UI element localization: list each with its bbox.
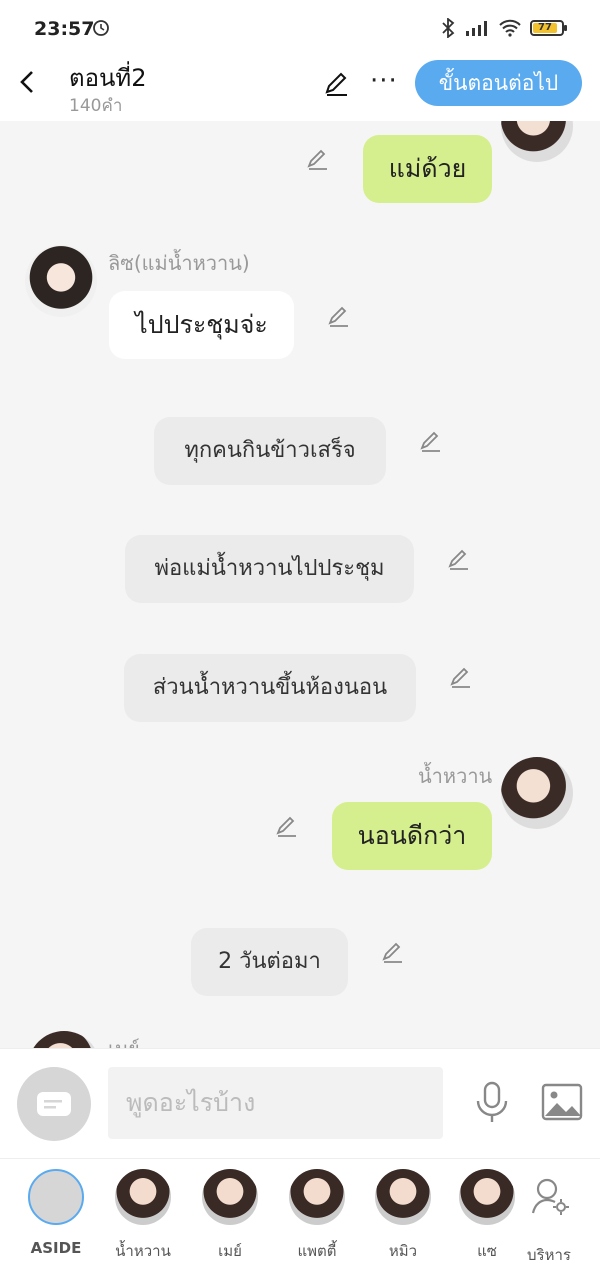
- message-input[interactable]: พูดอะไรบ้าง: [108, 1067, 443, 1139]
- back-icon[interactable]: [16, 68, 40, 96]
- sender-name: ลิซ(แม่น้ำหวาน): [108, 251, 250, 275]
- narration-bubble[interactable]: ส่วนน้ำหวานขึ้นห้องนอน: [124, 654, 416, 722]
- image-icon[interactable]: [541, 1083, 583, 1121]
- word-count: 140คำ: [69, 96, 123, 116]
- tab-label: หมิว: [388, 1242, 418, 1260]
- more-icon[interactable]: ···: [370, 66, 398, 96]
- character-bar: ASIDE น้ำหวาน เมย์ แพตตี้ หมิว แซ บริหาร: [0, 1158, 600, 1268]
- user-settings-icon: [531, 1178, 569, 1215]
- tab-sae[interactable]: แซ: [452, 1169, 522, 1263]
- bluetooth-icon: [442, 18, 455, 38]
- tab-label: แพตตี้: [297, 1242, 337, 1260]
- edit-message-icon[interactable]: [305, 148, 331, 172]
- edit-message-icon[interactable]: [446, 548, 472, 572]
- header: ตอนที่2 140คำ ··· ขั้นตอนต่อไป: [0, 58, 600, 121]
- narration-bubble[interactable]: 2 วันต่อมา: [191, 928, 348, 996]
- wifi-icon: [499, 19, 521, 37]
- avatar[interactable]: [28, 1031, 100, 1048]
- tab-patty[interactable]: แพตตี้: [282, 1169, 352, 1263]
- message-bubble[interactable]: แม่ด้วย: [363, 135, 492, 203]
- edit-message-icon[interactable]: [418, 430, 444, 454]
- tab-label: เมย์: [218, 1242, 242, 1260]
- tab-may[interactable]: เมย์: [195, 1169, 265, 1263]
- chat-area[interactable]: แม่ด้วย ลิซ(แม่น้ำหวาน) ไปประชุมจ่ะ ทุกค…: [0, 121, 600, 1048]
- avatar: [115, 1169, 171, 1225]
- avatar[interactable]: [25, 245, 97, 317]
- avatar: [459, 1169, 515, 1225]
- tab-label: น้ำหวาน: [115, 1242, 171, 1260]
- chat-icon: [37, 1092, 71, 1116]
- tab-label: บริหาร: [527, 1246, 571, 1264]
- signal-icon: [466, 21, 487, 36]
- avatar: [289, 1169, 345, 1225]
- tab-namwan[interactable]: น้ำหวาน: [108, 1169, 178, 1263]
- avatar: [375, 1169, 431, 1225]
- tab-label: แซ: [477, 1242, 497, 1260]
- narration-bubble[interactable]: ทุกคนกินข้าวเสร็จ: [154, 417, 386, 485]
- aside-icon: [28, 1169, 84, 1225]
- battery-icon: 77: [530, 20, 567, 36]
- message-bubble[interactable]: ไปประชุมจ่ะ: [109, 291, 294, 359]
- status-time: 23:57: [34, 18, 95, 40]
- tab-aside[interactable]: ASIDE: [21, 1169, 91, 1257]
- input-bar: พูดอะไรบ้าง: [0, 1048, 600, 1159]
- tab-label: ASIDE: [30, 1239, 82, 1257]
- edit-message-icon[interactable]: [326, 305, 352, 329]
- tab-manage[interactable]: บริหาร: [514, 1169, 584, 1267]
- avatar[interactable]: [501, 757, 573, 829]
- avatar[interactable]: [501, 121, 573, 162]
- edit-message-icon[interactable]: [274, 815, 300, 839]
- alarm-icon: [93, 20, 109, 36]
- message-bubble[interactable]: นอนดีกว่า: [332, 802, 492, 870]
- battery-level: 77: [533, 23, 557, 33]
- narration-bubble[interactable]: พ่อแม่น้ำหวานไปประชุม: [125, 535, 414, 603]
- sender-name: เมย์: [108, 1033, 140, 1048]
- edit-message-icon[interactable]: [380, 941, 406, 965]
- aside-button[interactable]: [17, 1067, 91, 1141]
- sender-name: น้ำหวาน: [418, 764, 493, 788]
- tab-mew[interactable]: หมิว: [368, 1169, 438, 1263]
- next-step-button[interactable]: ขั้นตอนต่อไป: [415, 60, 582, 106]
- edit-message-icon[interactable]: [448, 666, 474, 690]
- edit-icon[interactable]: [322, 70, 352, 98]
- microphone-icon[interactable]: [474, 1081, 510, 1125]
- status-bar: 23:57 77: [0, 0, 600, 58]
- avatar: [202, 1169, 258, 1225]
